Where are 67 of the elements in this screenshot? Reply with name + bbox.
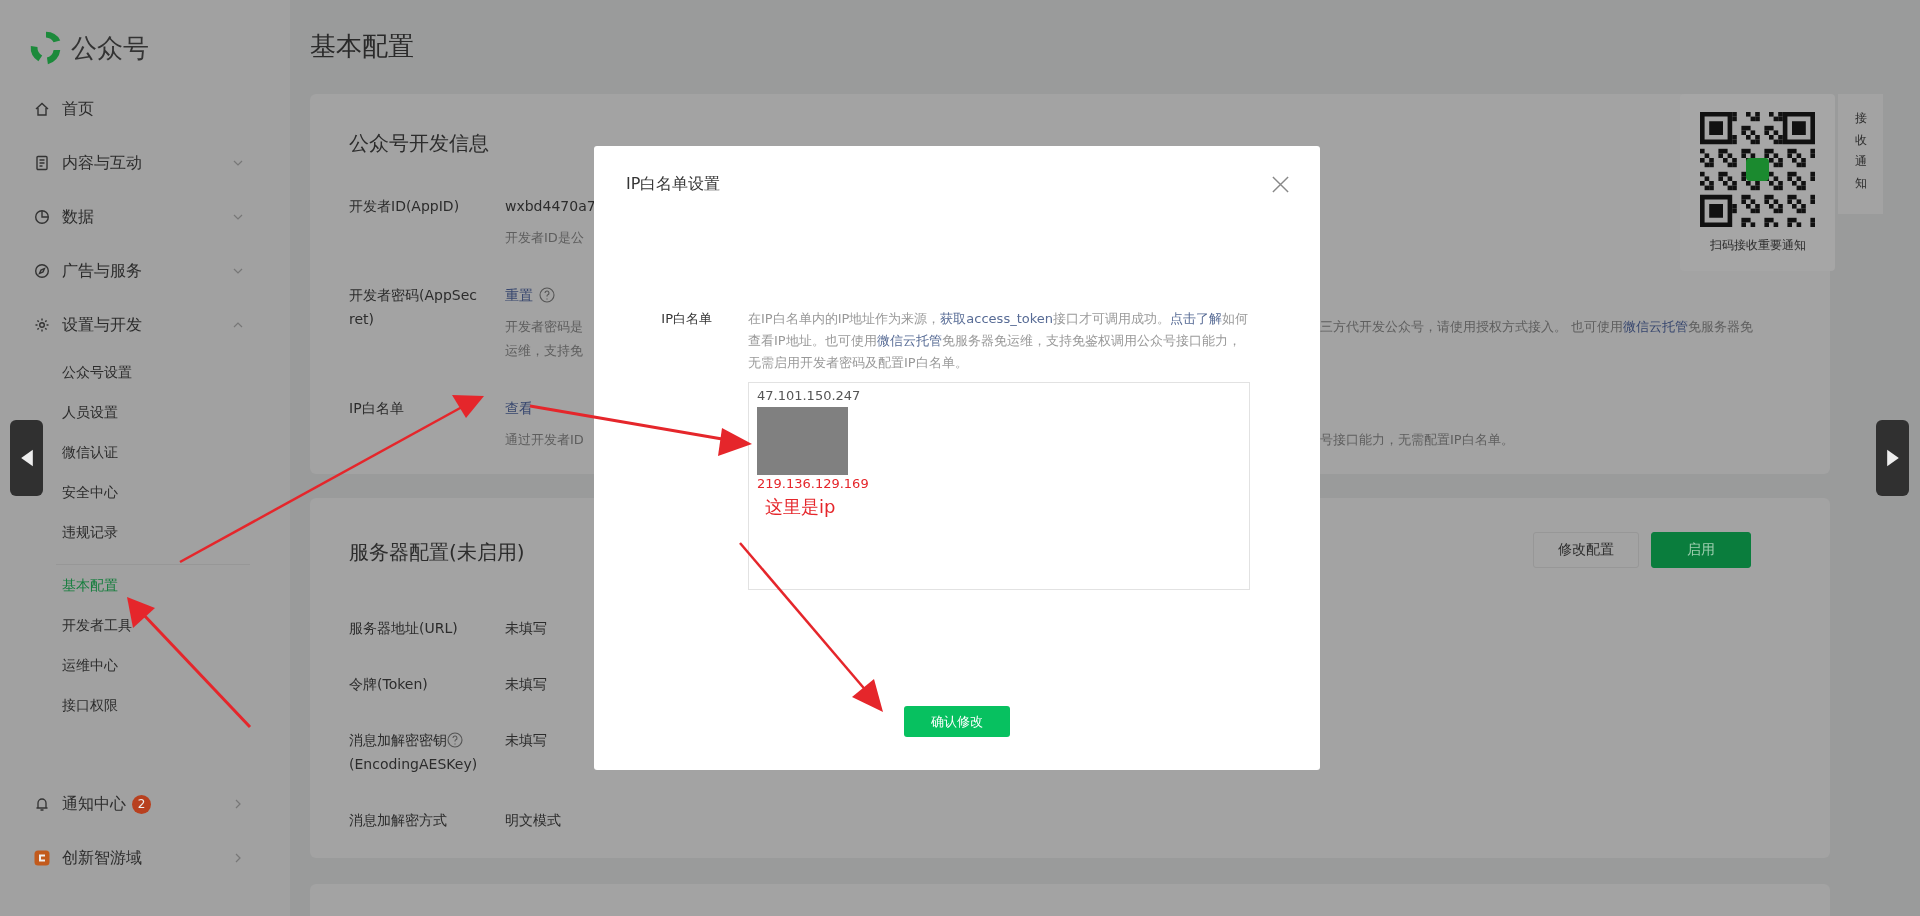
link[interactable]: 微信云托管	[876, 333, 942, 348]
field-label: IP白名单	[349, 399, 405, 418]
field-label: 消息加解密方式	[349, 811, 447, 830]
nav-icon	[34, 101, 50, 117]
link[interactable]: 查看	[505, 396, 533, 420]
action-button[interactable]: 启用	[1651, 532, 1751, 568]
link[interactable]: 点击了解	[1170, 311, 1223, 326]
link[interactable]: 微信云托管	[1623, 319, 1689, 334]
nav-icon	[34, 209, 50, 225]
hint-text: 运维，支持免	[505, 342, 584, 360]
section-title: 公众号开发信息	[349, 130, 490, 156]
hint-text: 开发者密码是	[505, 318, 584, 336]
sidebar-item[interactable]: 广告与服务	[0, 244, 244, 298]
sidebar-item[interactable]: 创新智游域	[0, 831, 244, 885]
sidebar-subitem[interactable]: 运维中心	[0, 645, 290, 685]
field-label: IP白名单	[660, 310, 713, 328]
annotation-text: 这里是ip	[765, 495, 836, 519]
nav-icon	[34, 263, 50, 279]
field-label: 服务器地址(URL)	[349, 619, 458, 638]
field-value: 未填写	[505, 619, 547, 638]
bell-icon	[34, 796, 50, 812]
hint-text: 在IP白名单内的IP地址作为来源，获取access_token接口才可调用成功。点击了解如何查看IP地址。也可使用微信云托管免服务器免运维，支持免鉴权调用公众号接口能力，无需启用开发者密码及配置IP白名单。	[748, 310, 1250, 372]
sidebar-subitem[interactable]: 接口权限	[0, 685, 290, 725]
count-badge: 2	[132, 794, 151, 814]
sidebar-item[interactable]: 设置与开发	[0, 298, 244, 352]
sidebar-item[interactable]: 内容与互动	[0, 136, 244, 190]
hint-text: 通过开发者ID	[505, 431, 585, 449]
sidebar-subitem[interactable]: 安全中心	[0, 472, 290, 512]
next-button[interactable]	[1876, 420, 1909, 496]
hint-text: 号接口能力，无需配置IP白名单。	[1320, 431, 1514, 449]
nav-icon	[34, 317, 50, 333]
field-value: 未填写	[505, 675, 547, 694]
hint-text: 开发者ID是公	[505, 229, 585, 247]
triangle-icon	[1885, 448, 1900, 468]
sidebar-item[interactable]: 首页	[0, 82, 244, 136]
sidebar-item[interactable]: 数据	[0, 190, 244, 244]
nav-icon	[34, 155, 50, 171]
qr-caption: 扫码接收重要通知	[1709, 237, 1806, 254]
dialog-title: IP白名单设置	[626, 173, 721, 195]
sidebar-subitem[interactable]: 人员设置	[0, 392, 290, 432]
field-label: 令牌(Token)	[349, 675, 428, 694]
action-button[interactable]: 修改配置	[1533, 532, 1639, 568]
ip-address: 47.101.150.247	[757, 387, 861, 405]
previous-button[interactable]	[10, 420, 43, 496]
sidebar-subitem[interactable]: 公众号设置	[0, 352, 290, 392]
sidebar-subitem[interactable]: 微信认证	[0, 432, 290, 472]
link[interactable]: 重置	[505, 283, 533, 307]
notify-tab[interactable]: 接收通知	[1838, 94, 1883, 214]
app-icon	[34, 850, 50, 866]
field-label: (EncodingAESKey)	[349, 755, 479, 774]
ip-list-field[interactable]: 47.101.150.247 219.136.129.169 这里是ip	[748, 382, 1250, 590]
ip-address: 219.136.129.169	[757, 475, 869, 493]
field-value: 未填写	[505, 731, 547, 750]
field-label: 消息加解密密钥	[349, 731, 447, 750]
logo-text: 公众号	[71, 31, 149, 65]
link[interactable]: 获取access_token	[940, 311, 1054, 326]
close-icon[interactable]	[1271, 174, 1290, 194]
sidebar-item[interactable]: 通知中心 2	[0, 777, 244, 831]
field-label: 开发者密码(AppSecret)	[349, 286, 478, 329]
field-label: 开发者ID(AppID)	[349, 197, 461, 216]
sidebar-subitem[interactable]: 违规记录	[0, 512, 290, 552]
field-value: wxbd4470a7	[505, 197, 596, 216]
field-value: 明文模式	[505, 811, 561, 830]
sidebar-subitem[interactable]: 开发者工具	[0, 605, 290, 645]
section-title: 服务器配置(未启用)	[349, 539, 525, 565]
page-title: 基本配置	[310, 30, 415, 63]
triangle-icon	[19, 448, 34, 468]
